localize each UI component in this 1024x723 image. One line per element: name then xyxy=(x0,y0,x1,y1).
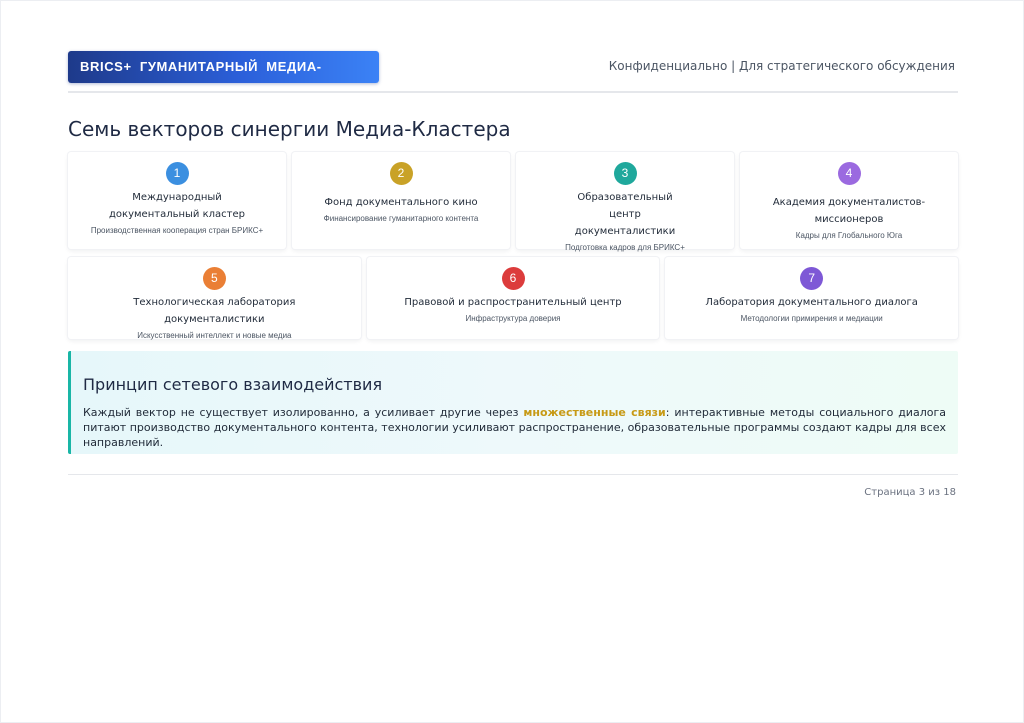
vector-number-badge: 1 xyxy=(165,162,189,185)
vector-title: Технологическая лаборатория документалис… xyxy=(133,297,296,325)
vector-title: Образовательный центр документалистики xyxy=(574,192,676,237)
vector-subtitle: Кадры для Глобального Юга xyxy=(795,231,903,240)
vector-title: Лаборатория документального диалога xyxy=(705,297,918,308)
callout-text: Каждый вектор не существует изолированно… xyxy=(83,405,946,450)
vector-subtitle: Инфраструктура доверия xyxy=(465,314,561,323)
vector-number-badge: 3 xyxy=(613,162,637,185)
footer-divider xyxy=(68,474,958,475)
confidentiality-note: Конфиденциально | Для стратегического об… xyxy=(608,59,955,73)
vector-card-2: 2 Фонд документального кино Финансирован… xyxy=(292,152,510,249)
vector-number-badge: 2 xyxy=(389,162,413,185)
vector-subtitle: Производственная кооперация стран БРИКС+ xyxy=(90,226,264,235)
vector-number-badge: 6 xyxy=(501,267,525,290)
vector-number-badge: 4 xyxy=(837,162,861,185)
vector-card-4: 4 Академия документалистов-миссионеров К… xyxy=(740,152,958,249)
vector-number-badge: 7 xyxy=(800,267,824,290)
vector-number-badge: 5 xyxy=(202,267,226,290)
vector-title: Международный документальный кластер xyxy=(109,192,245,220)
vector-card-6: 6 Правовой и распространительный центр И… xyxy=(366,257,660,339)
page-number: Страница 3 из 18 xyxy=(864,487,956,498)
page-header: BRICS+ ГУМАНИТАРНЫЙ МЕДИА-КЛАСТЕР Конфид… xyxy=(68,51,958,106)
callout-title: Принцип сетевого взаимодействия xyxy=(83,375,383,394)
vector-subtitle: Финансирование гуманитарного контента xyxy=(323,214,479,223)
vector-subtitle: Искусственный интеллект и новые медиа xyxy=(137,331,292,340)
vector-card-3: 3 Образовательный центр документалистики… xyxy=(516,152,734,252)
vector-subtitle: Методологии примирения и медиации xyxy=(740,314,883,323)
vector-title: Фонд документального кино xyxy=(324,197,478,208)
page-title: Семь векторов синергии Медиа-Кластера xyxy=(68,117,511,141)
vectors-row-2: 5 Технологическая лаборатория документал… xyxy=(68,257,959,340)
vector-card-5: 5 Технологическая лаборатория документал… xyxy=(68,257,361,340)
callout-highlight: множественные связи xyxy=(523,406,666,419)
callout-text-start: Каждый вектор не существует изолированно… xyxy=(83,406,524,419)
vector-card-7: 7 Лаборатория документального диалога Ме… xyxy=(665,257,959,339)
vector-title: Академия документалистов-миссионеров xyxy=(772,197,926,225)
network-principle-callout: Принцип сетевого взаимодействия Каждый в… xyxy=(68,351,958,454)
brand-banner: BRICS+ ГУМАНИТАРНЫЙ МЕДИА-КЛАСТЕР xyxy=(68,51,379,106)
document-page: BRICS+ ГУМАНИТАРНЫЙ МЕДИА-КЛАСТЕР Конфид… xyxy=(0,0,1024,723)
vector-card-1: 1 Международный документальный кластер П… xyxy=(68,152,286,249)
vectors-row-1: 1 Международный документальный кластер П… xyxy=(68,152,958,252)
vector-title: Правовой и распространительный центр xyxy=(404,297,622,308)
vector-subtitle: Подготовка кадров для БРИКС+ xyxy=(565,243,685,252)
